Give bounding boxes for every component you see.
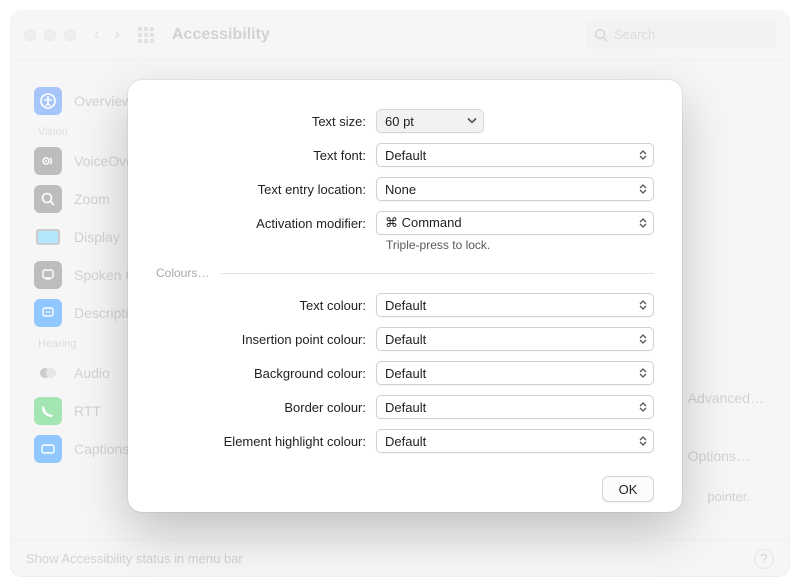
updown-icon [639,334,647,344]
row-border-colour: Border colour: Default [146,390,654,424]
updown-icon [639,184,647,194]
text-entry-location-popup[interactable]: None [376,177,654,201]
text-colour-value: Default [385,298,426,313]
activation-modifier-value: ⌘ Command [385,215,462,231]
ok-button[interactable]: OK [602,476,654,502]
hover-text-options-sheet: Text size: 60 pt Text font: Default Text… [128,80,682,512]
label-background-colour: Background colour: [146,366,376,381]
updown-icon [639,368,647,378]
group-separator-colours: Colours… [146,266,654,280]
element-highlight-colour-popup[interactable]: Default [376,429,654,453]
sheet-buttons-row: OK [146,476,654,502]
text-font-popup[interactable]: Default [376,143,654,167]
background-colour-popup[interactable]: Default [376,361,654,385]
updown-icon [639,402,647,412]
group-title-colours: Colours… [146,266,213,280]
chevron-down-icon [467,114,477,129]
label-text-entry-location: Text entry location: [146,182,376,197]
text-size-value: 60 pt [385,114,414,129]
background-colour-value: Default [385,366,426,381]
label-element-highlight-colour: Element highlight colour: [146,434,376,449]
updown-icon [639,150,647,160]
label-insertion-point-colour: Insertion point colour: [146,332,376,347]
text-colour-popup[interactable]: Default [376,293,654,317]
updown-icon [639,300,647,310]
insertion-point-colour-value: Default [385,332,426,347]
row-background-colour: Background colour: Default [146,356,654,390]
ok-button-label: OK [619,482,638,497]
label-text-size: Text size: [146,114,376,129]
activation-modifier-note: Triple-press to lock. [386,238,654,252]
insertion-point-colour-popup[interactable]: Default [376,327,654,351]
row-text-entry-location: Text entry location: None [146,172,654,206]
row-text-size: Text size: 60 pt [146,104,654,138]
border-colour-value: Default [385,400,426,415]
row-activation-modifier: Activation modifier: ⌘ Command [146,206,654,240]
activation-modifier-popup[interactable]: ⌘ Command [376,211,654,235]
element-highlight-colour-value: Default [385,434,426,449]
row-insertion-point-colour: Insertion point colour: Default [146,322,654,356]
updown-icon [639,218,647,228]
text-size-combobox[interactable]: 60 pt [376,109,484,133]
label-border-colour: Border colour: [146,400,376,415]
label-text-font: Text font: [146,148,376,163]
label-activation-modifier: Activation modifier: [146,216,376,231]
updown-icon [639,436,647,446]
text-entry-location-value: None [385,182,416,197]
row-element-highlight-colour: Element highlight colour: Default [146,424,654,458]
border-colour-popup[interactable]: Default [376,395,654,419]
separator-line [221,273,654,274]
row-text-colour: Text colour: Default [146,288,654,322]
label-text-colour: Text colour: [146,298,376,313]
row-text-font: Text font: Default [146,138,654,172]
text-font-value: Default [385,148,426,163]
